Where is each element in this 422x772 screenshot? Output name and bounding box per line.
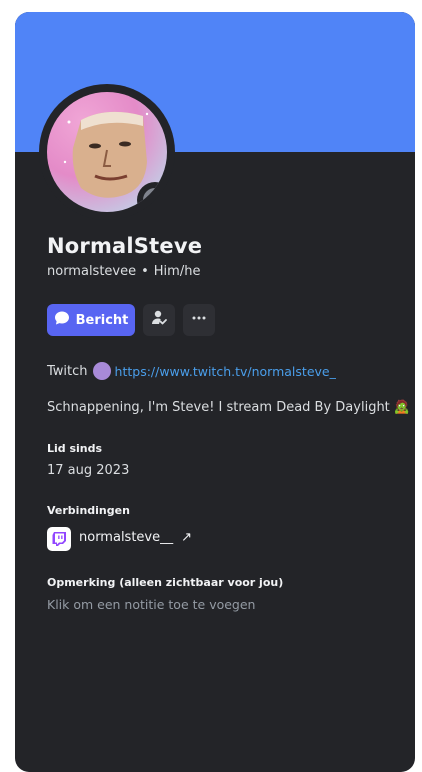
avatar-container[interactable] [39, 84, 175, 220]
chat-bubble-icon [54, 310, 70, 330]
friend-status-button[interactable] [143, 304, 175, 336]
twitch-link[interactable]: https://www.twitch.tv/normalsteve_ [115, 364, 336, 379]
note-input[interactable]: Klik om een notitie toe te voegen [47, 597, 255, 612]
username-row: normalstevee • Him/he [47, 264, 200, 279]
connection-twitch-name: normalsteve__ [79, 530, 174, 545]
message-button[interactable]: Bericht [47, 304, 135, 336]
status-indicator [137, 182, 167, 212]
display-name: NormalSteve [47, 234, 203, 258]
message-button-label: Bericht [75, 312, 129, 328]
pronouns: Him/he [153, 264, 201, 279]
more-options-button[interactable] [183, 304, 215, 336]
bio-description: Schnappening, I'm Steve! I stream Dead B… [47, 400, 390, 415]
person-check-icon [150, 309, 168, 331]
purple-circle-emote-icon [92, 362, 111, 380]
bio-line-twitch: Twitch https://www.twitch.tv/normalsteve… [47, 362, 336, 380]
member-since-value: 17 aug 2023 [47, 463, 130, 478]
ellipsis-icon [191, 310, 207, 330]
username[interactable]: normalstevee [47, 264, 136, 279]
note-title: Opmerking (alleen zichtbaar voor jou) [47, 576, 284, 589]
connections-title: Verbindingen [47, 504, 130, 517]
separator-dot: • [141, 264, 149, 279]
bio-line-description: Schnappening, I'm Steve! I stream Dead B… [47, 400, 410, 415]
avatar[interactable] [47, 92, 167, 212]
bio-twitch-label: Twitch [47, 363, 88, 379]
profile-card: NormalSteve normalstevee • Him/he Bericht [15, 12, 415, 772]
twitch-icon [47, 527, 71, 551]
member-since-title: Lid sinds [47, 442, 103, 455]
zombie-emoji-icon: 🧟 [393, 400, 410, 415]
offline-status-icon [143, 188, 167, 212]
connection-twitch[interactable]: normalsteve__ ↗ [79, 530, 192, 545]
external-link-icon: ↗ [181, 530, 193, 545]
